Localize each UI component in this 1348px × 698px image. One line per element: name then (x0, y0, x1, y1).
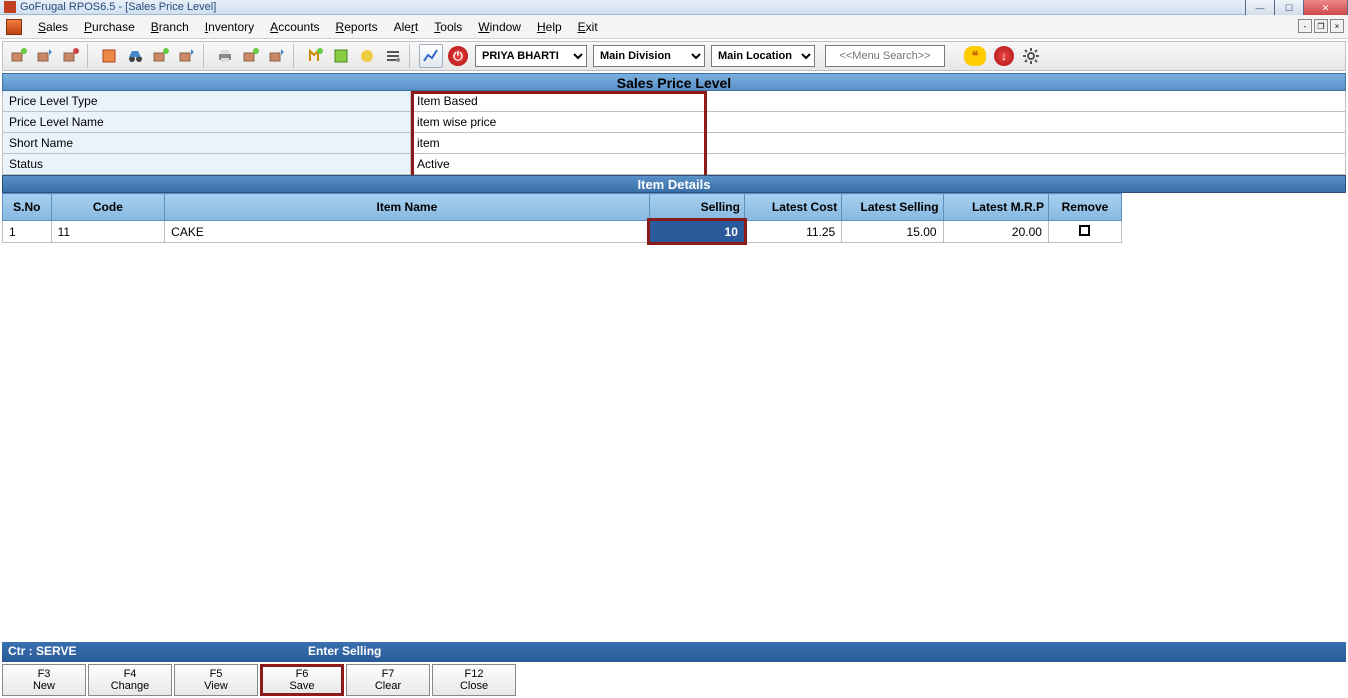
col-name[interactable]: Item Name (165, 194, 649, 221)
title-bar: GoFrugal RPOS6.5 - [Sales Price Level] —… (0, 0, 1348, 15)
fkey-change[interactable]: F4Change (88, 664, 172, 696)
cell-code: 11 (51, 221, 165, 243)
user-select[interactable]: PRIYA BHARTI (475, 45, 587, 67)
toolbar-btn-7[interactable] (175, 44, 199, 68)
fkey-bar: F3New F4Change F5View F6Save F7Clear F12… (2, 664, 516, 696)
mdi-close-button[interactable]: × (1330, 19, 1344, 33)
mdi-restore-button[interactable]: ❐ (1314, 19, 1328, 33)
col-selling[interactable]: Selling (649, 194, 744, 221)
item-details-table: S.No Code Item Name Selling Latest Cost … (2, 193, 1122, 243)
cell-remove[interactable] (1048, 221, 1121, 243)
col-remove[interactable]: Remove (1048, 194, 1121, 221)
field-value-short[interactable]: item (411, 133, 1345, 153)
menu-purchase[interactable]: Purchase (76, 20, 143, 34)
col-sno[interactable]: S.No (3, 194, 52, 221)
cell-latest-mrp: 20.00 (943, 221, 1048, 243)
field-value-type[interactable]: Item Based (411, 91, 1345, 111)
col-latest-selling[interactable]: Latest Selling (842, 194, 943, 221)
fkey-view[interactable]: F5View (174, 664, 258, 696)
location-select[interactable]: Main Location (711, 45, 815, 67)
status-bar: Ctr : SERVE Enter Selling (2, 642, 1346, 662)
cell-latest-cost: 11.25 (744, 221, 841, 243)
window-title: GoFrugal RPOS6.5 - [Sales Price Level] (20, 1, 216, 13)
col-latest-mrp[interactable]: Latest M.R.P (943, 194, 1048, 221)
toolbar-btn-13[interactable] (355, 44, 379, 68)
toolbar-chat-icon[interactable]: ❝ (964, 46, 986, 66)
field-label-status: Status (3, 154, 411, 174)
field-value-status[interactable]: Active (411, 154, 1345, 174)
field-value-name[interactable]: item wise price (411, 112, 1345, 132)
menu-accounts[interactable]: Accounts (262, 20, 327, 34)
cell-latest-selling: 15.00 (842, 221, 943, 243)
menu-help[interactable]: Help (529, 20, 570, 34)
toolbar-settings-button[interactable] (381, 44, 405, 68)
item-details-header: Item Details (2, 175, 1346, 193)
toolbar-btn-5[interactable] (123, 44, 147, 68)
menu-branch[interactable]: Branch (143, 20, 197, 34)
toolbar-btn-9[interactable] (239, 44, 263, 68)
toolbar-btn-4[interactable] (97, 44, 121, 68)
cell-selling[interactable]: 10 (649, 221, 744, 243)
menu-alert[interactable]: Alert (386, 20, 427, 34)
app-icon (4, 1, 16, 13)
remove-checkbox-icon[interactable] (1079, 225, 1090, 236)
menu-bar: Sales Purchase Branch Inventory Accounts… (0, 15, 1348, 39)
menu-reports[interactable]: Reports (328, 20, 386, 34)
field-label-short: Short Name (3, 133, 411, 153)
toolbar-btn-2[interactable] (33, 44, 57, 68)
fkey-clear[interactable]: F7Clear (346, 664, 430, 696)
menu-exit[interactable]: Exit (570, 20, 606, 34)
toolbar-btn-12[interactable] (329, 44, 353, 68)
field-label-name: Price Level Name (3, 112, 411, 132)
toolbar-print-button[interactable] (213, 44, 237, 68)
field-label-type: Price Level Type (3, 91, 411, 111)
toolbar-btn-1[interactable] (7, 44, 31, 68)
toolbar-power-button[interactable]: ⏻ (448, 46, 468, 66)
toolbar-btn-6[interactable] (149, 44, 173, 68)
cell-sno: 1 (3, 221, 52, 243)
section-header: Sales Price Level (2, 73, 1346, 91)
menu-window[interactable]: Window (470, 20, 529, 34)
table-row[interactable]: 1 11 CAKE 10 11.25 15.00 20.00 (3, 221, 1122, 243)
col-latest-cost[interactable]: Latest Cost (744, 194, 841, 221)
toolbar-chart-button[interactable] (419, 44, 443, 68)
toolbar-btn-3[interactable] (59, 44, 83, 68)
fkey-new[interactable]: F3New (2, 664, 86, 696)
fkey-save[interactable]: F6Save (260, 664, 344, 696)
cell-name: CAKE (165, 221, 649, 243)
toolbar: ⏻ PRIYA BHARTI Main Division Main Locati… (2, 41, 1346, 71)
toolbar-gear-button[interactable] (1019, 44, 1043, 68)
division-select[interactable]: Main Division (593, 45, 705, 67)
menu-inventory[interactable]: Inventory (197, 20, 262, 34)
toolbar-download-icon[interactable]: ↓ (994, 46, 1014, 66)
col-code[interactable]: Code (51, 194, 165, 221)
status-right: Enter Selling (302, 642, 387, 662)
app-logo-icon (6, 19, 22, 35)
fkey-close[interactable]: F12Close (432, 664, 516, 696)
menu-tools[interactable]: Tools (426, 20, 470, 34)
toolbar-btn-10[interactable] (265, 44, 289, 68)
menu-sales[interactable]: Sales (30, 20, 76, 34)
status-left: Ctr : SERVE (2, 642, 302, 662)
toolbar-btn-11[interactable] (303, 44, 327, 68)
menu-search-input[interactable] (825, 45, 945, 67)
mdi-minimize-button[interactable]: - (1298, 19, 1312, 33)
